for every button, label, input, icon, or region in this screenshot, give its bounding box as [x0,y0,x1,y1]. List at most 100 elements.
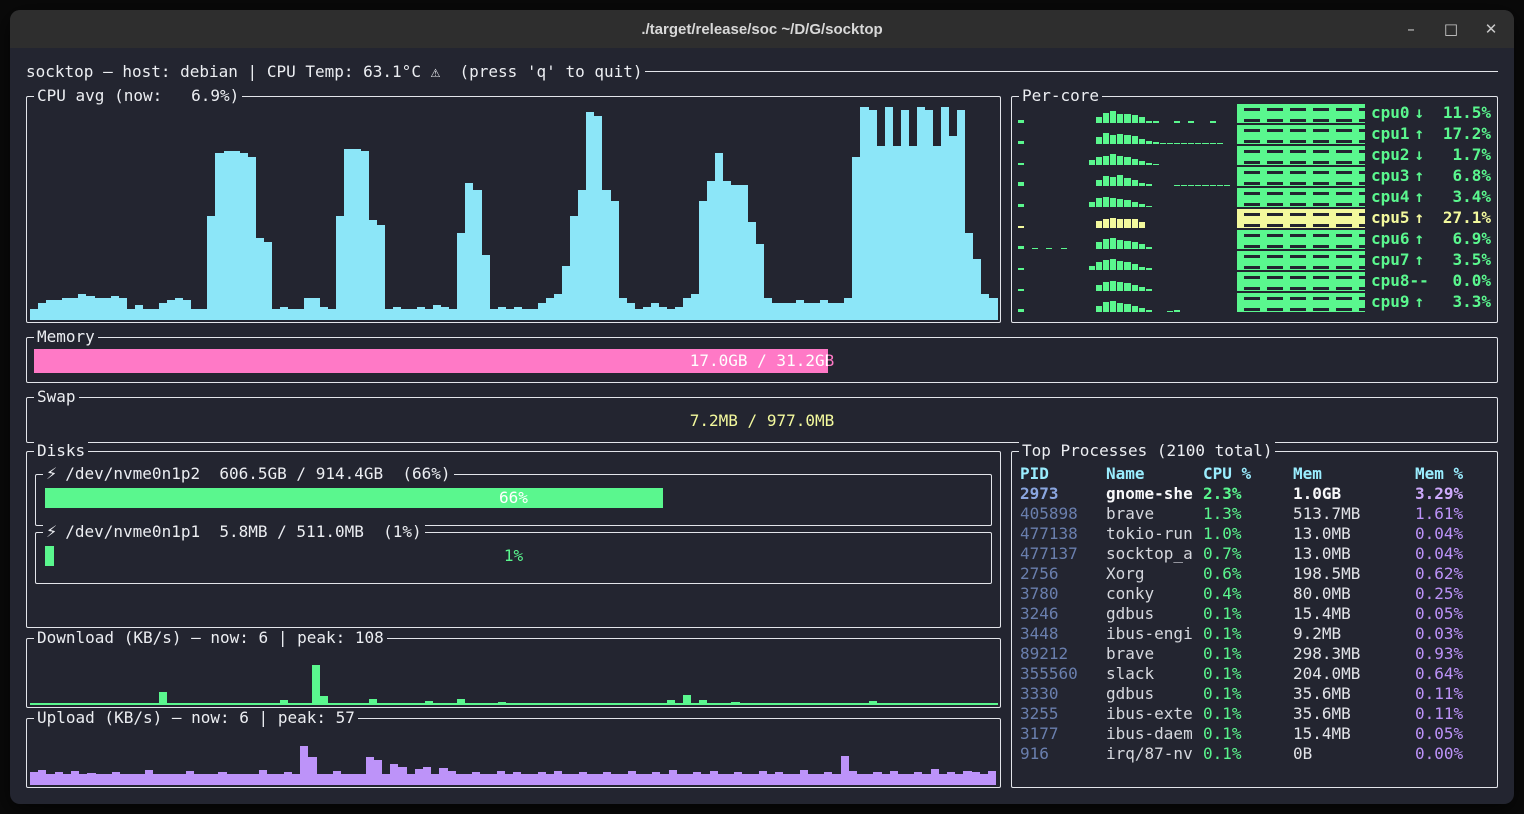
download-bar [683,695,691,705]
download-bar [70,703,78,705]
download-bar [748,703,756,705]
disk-list: ⚡/dev/nvme0n1p2 606.5GB / 914.4GB (66%)6… [35,474,992,584]
download-bar [828,703,836,705]
sparkline-bar [1096,137,1102,144]
upload-bar [235,774,243,786]
upload-bar [660,774,668,786]
download-bar [925,703,933,705]
cpu-history-bar [506,309,514,320]
core-row-cpu3: cpu3↑6.8% [1018,165,1491,186]
core-row-cpu2: cpu2↓1.7% [1018,144,1491,165]
core-dense-history [1237,104,1365,123]
download-bar [602,703,610,705]
cpu-history-bar [151,309,159,320]
sparkline-bar [1174,310,1180,312]
upload-bar [448,771,456,785]
upload-bar [816,774,824,786]
download-bar [143,703,151,705]
process-row: 3330gdbus0.1%35.6MB0.11% [1020,684,1489,704]
sparkline-bar [1096,198,1102,207]
process-cell: brave [1106,644,1203,664]
process-cell: 1.3% [1203,504,1293,524]
download-bar [522,703,530,705]
cpu-history-bar [796,300,804,320]
core-label: cpu0↓11.5% [1371,102,1491,123]
cpu-history-bar [312,298,320,320]
cpu-history-bar [667,309,675,320]
process-cell: 3448 [1020,624,1106,644]
download-bar [562,703,570,705]
core-dense-history [1237,251,1365,270]
core-dense-history [1237,209,1365,228]
per-core-panel: Per-core cpu0↓11.5%cpu1↑17.2%cpu2↓1.7%cp… [1011,96,1498,323]
download-bar [554,703,562,705]
upload-bar [710,771,718,785]
cpu-history-bar [933,146,941,320]
memory-gauge: 17.0GB / 31.2GB17.0GB / 31.2GB [34,349,1490,373]
download-bar [191,703,199,705]
cpu-history-bar [207,216,215,320]
process-cell: 0.04% [1415,544,1489,564]
sparkline-bar [1103,239,1109,249]
core-label: cpu7↑3.5% [1371,249,1491,270]
download-bar [877,703,885,705]
upload-bar [669,770,677,785]
download-bar [804,703,812,705]
upload-bar [177,774,185,786]
upload-bar [431,774,439,786]
close-button[interactable]: ✕ [1482,20,1500,38]
disk-gauge: 1%1% [45,546,982,566]
cpu-history-bar [473,190,481,320]
cpu-history-bar [989,298,997,320]
upload-bar [636,774,644,786]
process-cell: 3330 [1020,684,1106,704]
download-bar [433,703,441,705]
download-bar [272,703,280,705]
column-header: Name [1106,464,1203,484]
upload-bar [366,757,374,785]
upload-bar [210,774,218,786]
upload-bar [292,774,300,786]
download-bar [772,703,780,705]
sparkline-bar [1089,202,1095,207]
cpu-history-bar [635,309,643,320]
sparkline-bar [1110,177,1116,186]
sparkline-bar [1217,143,1223,144]
download-bar [465,703,473,705]
download-bar [981,703,989,705]
gauge-label-inner: 17.0GB / 31.2GB [34,349,828,373]
download-bar [514,703,522,705]
gauge-fill: 66% [45,488,663,508]
sparkline-bar [1103,282,1109,292]
process-cell: 15.4MB [1293,604,1415,624]
maximize-button[interactable]: □ [1442,20,1460,38]
core-label: cpu5↑27.1% [1371,207,1491,228]
process-cell: socktop_a [1106,544,1203,564]
upload-bar [251,774,259,786]
titlebar[interactable]: ./target/release/soc ~/D/G/socktop – □ ✕ [10,10,1514,48]
download-bar [86,703,94,705]
sparkline-bar [1096,242,1102,249]
minimize-button[interactable]: – [1402,20,1420,38]
process-cell: gdbus [1106,604,1203,624]
cpu-history-bar [78,294,86,320]
cpu-history-bar [232,151,240,320]
core-percent: 0.0% [1429,270,1491,291]
core-name: cpu3 [1371,165,1410,186]
cpu-history-bar [46,300,54,320]
core-name: cpu2 [1371,144,1410,165]
cpu-history-bar [901,110,909,320]
sparkline-bar [1132,136,1138,144]
download-bar [312,665,320,705]
process-cell: 1.0% [1203,524,1293,544]
download-bar [393,703,401,705]
process-cell: 9.2MB [1293,624,1415,644]
sparkline-bar [1110,111,1116,123]
cpu-history-bar [885,107,893,320]
upload-bar [136,774,144,786]
download-bar [78,703,86,705]
sparkline-bar [1210,143,1216,144]
process-cell: 1.61% [1415,504,1489,524]
upload-bar [38,770,46,785]
cpu-history-bar [925,110,933,320]
